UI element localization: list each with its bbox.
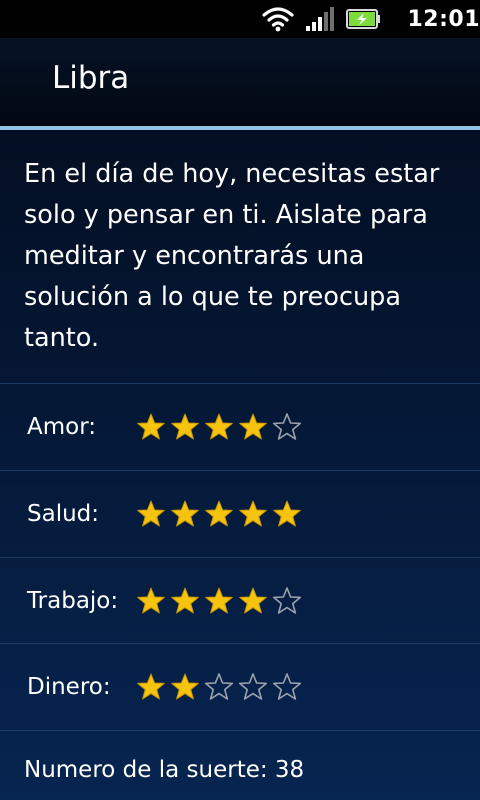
status-time: 12:01 [407,6,480,32]
lucky-number: Numero de la suerte: 38 [24,757,305,783]
star-filled-icon [273,500,301,527]
star-rating [136,672,302,702]
screen: 12:01 Libra En el día de hoy, necesitas … [0,0,480,800]
star-filled-icon [205,587,233,614]
star-filled-icon [171,413,199,440]
star-rating [136,586,302,616]
rating-row-salud: Salud: [0,470,480,557]
rating-row-trabajo: Trabajo: [0,557,480,644]
rating-label: Trabajo: [27,588,119,614]
rating-label: Dinero: [27,674,111,700]
page-title: Libra [52,60,130,96]
star-filled-icon [239,413,267,440]
status-bar: 12:01 [0,0,480,38]
star-filled-icon [137,500,165,527]
battery-charging-icon [346,9,381,29]
star-empty-icon [272,587,302,614]
star-rating [136,499,302,529]
star-filled-icon [171,500,199,527]
title-divider [0,126,480,130]
horoscope-text: En el día de hoy, necesitas estar solo y… [24,159,440,353]
star-rating [136,412,302,442]
rating-row-dinero: Dinero: [0,643,480,730]
signal-icon [306,7,335,31]
star-empty-icon [238,673,268,700]
star-filled-icon [137,413,165,440]
star-empty-icon [204,673,234,700]
status-icons [261,6,381,32]
lucky-number-row: Numero de la suerte: 38 [0,730,480,800]
star-filled-icon [137,587,165,614]
star-filled-icon [205,500,233,527]
rating-row-amor: Amor: [0,383,480,470]
star-empty-icon [272,673,302,700]
wifi-icon [262,7,295,32]
star-filled-icon [171,673,199,700]
title-bar: Libra [0,38,480,126]
rating-label: Salud: [27,501,100,527]
star-filled-icon [205,413,233,440]
star-filled-icon [137,673,165,700]
rating-label: Amor: [27,414,97,440]
star-filled-icon [239,587,267,614]
star-filled-icon [239,500,267,527]
star-filled-icon [171,587,199,614]
star-empty-icon [272,413,302,440]
